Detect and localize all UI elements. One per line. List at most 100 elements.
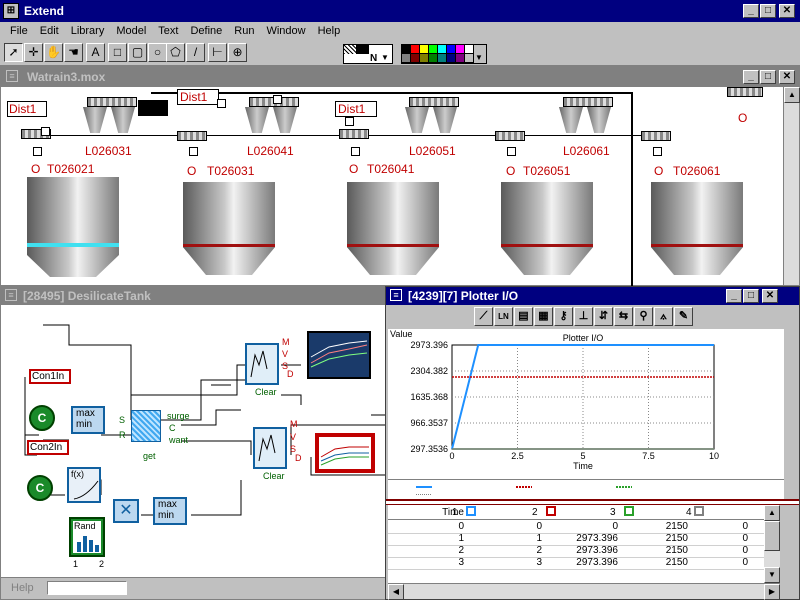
color-swatch[interactable] <box>402 45 411 54</box>
clear-label-1[interactable]: Clear <box>255 387 277 397</box>
plotter-titlebar[interactable]: ≡ [4239][7] Plotter I/O _ □ ✕ <box>386 287 799 305</box>
hopper-2-2[interactable] <box>273 107 297 133</box>
conveyor-4[interactable] <box>563 97 613 107</box>
connector-port[interactable] <box>189 147 198 156</box>
conveyor-1[interactable] <box>87 97 137 107</box>
hand-icon[interactable]: ✎ <box>674 307 693 326</box>
hand-tool-icon[interactable]: ☚ <box>64 43 83 62</box>
dist-label-1[interactable]: Dist1 <box>7 101 47 117</box>
plotter-maximize-button[interactable]: □ <box>743 289 759 303</box>
series-color-swatch[interactable] <box>694 506 704 516</box>
chevron-down-icon[interactable]: ▼ <box>475 53 483 62</box>
color-swatch[interactable] <box>402 54 411 63</box>
hopper-1-2[interactable] <box>111 107 135 133</box>
hopper-4-2[interactable] <box>587 107 611 133</box>
cursor-tool-icon[interactable]: ✋ <box>44 43 63 62</box>
polygon-tool-icon[interactable]: ⬠ <box>166 43 185 62</box>
feeder-block[interactable] <box>339 129 369 139</box>
conveyor-3[interactable] <box>409 97 459 107</box>
maxmin-block-2[interactable]: max min <box>153 497 187 525</box>
app-titlebar[interactable]: ⊞ Extend _ □ ✕ <box>0 0 800 22</box>
tank-logic-block[interactable] <box>131 410 161 442</box>
menu-model[interactable]: Model <box>110 22 152 40</box>
pen-icon[interactable]: ⟑ <box>654 307 673 326</box>
model-window-titlebar[interactable]: ≡ Watrain3.mox _ □ ✕ <box>1 67 799 87</box>
color-swatch[interactable] <box>456 54 465 63</box>
connector-tool-icon[interactable]: ⊢ <box>208 43 227 62</box>
connector-port[interactable] <box>345 117 354 126</box>
arrow-tool-icon[interactable]: ➚ <box>4 43 23 62</box>
ln-icon[interactable]: LN <box>494 307 513 326</box>
silo-tank-5[interactable] <box>651 182 743 275</box>
scroll-right-arrow-icon[interactable]: ▶ <box>764 584 780 600</box>
hopper-3-1[interactable] <box>405 107 429 133</box>
hopper-1-1[interactable] <box>83 107 107 133</box>
color-swatch[interactable] <box>438 45 447 54</box>
connector-port[interactable] <box>273 95 282 104</box>
clone-tool-icon[interactable]: ⊕ <box>228 43 247 62</box>
connector-port[interactable] <box>217 99 226 108</box>
clear-label-2[interactable]: Clear <box>263 471 285 481</box>
menu-run[interactable]: Run <box>228 22 260 40</box>
constant-block-2[interactable]: C <box>27 475 53 501</box>
silo-tank-3[interactable] <box>347 182 439 275</box>
rounded-rect-tool-icon[interactable]: ▢ <box>128 43 147 62</box>
dist-label-2[interactable]: Dist1 <box>177 89 219 105</box>
series-color-swatch[interactable] <box>546 506 556 516</box>
format-icon[interactable]: ▤ <box>514 307 533 326</box>
help-label[interactable]: Help <box>11 582 34 594</box>
scroll-thumb[interactable] <box>764 521 780 551</box>
desilicate-titlebar[interactable]: ≡ [28495] DesilicateTank <box>1 287 387 305</box>
menu-help[interactable]: Help <box>312 22 347 40</box>
hopper-3-2[interactable] <box>433 107 457 133</box>
rand-block[interactable]: Rand <box>69 517 105 557</box>
axis-icon[interactable]: ⊥ <box>574 307 593 326</box>
color-swatch[interactable] <box>447 54 456 63</box>
hopper-4-1[interactable] <box>559 107 583 133</box>
feeder-block[interactable] <box>495 131 525 141</box>
grid-icon[interactable]: ▦ <box>534 307 553 326</box>
color-swatch[interactable] <box>438 54 447 63</box>
rectangle-tool-icon[interactable]: □ <box>108 43 127 62</box>
mini-plot-1[interactable] <box>307 331 371 379</box>
dist-label-3[interactable]: Dist1 <box>335 101 377 117</box>
con2in-label[interactable]: Con2In <box>27 440 69 455</box>
text-tool-icon[interactable]: A <box>86 43 105 62</box>
oval-tool-icon[interactable]: ○ <box>148 43 167 62</box>
silo-tank-4[interactable] <box>501 182 593 275</box>
color-swatch[interactable] <box>429 54 438 63</box>
fx-block[interactable]: f(x) <box>67 467 101 503</box>
constant-block-1[interactable]: C <box>29 405 55 431</box>
connector-port[interactable] <box>33 147 42 156</box>
line-tool-icon[interactable]: / <box>186 43 205 62</box>
line-pattern-selector[interactable]: N ▼ <box>343 44 393 64</box>
multiply-block[interactable]: ✕ <box>113 499 139 523</box>
line-plot-icon[interactable]: ⟋ <box>474 307 493 326</box>
plotter-hscroll[interactable]: ◀ ▶ <box>388 583 780 600</box>
menu-window[interactable]: Window <box>260 22 311 40</box>
connector-port[interactable] <box>507 147 516 156</box>
menu-define[interactable]: Define <box>184 22 228 40</box>
zoom-icon[interactable]: ⇵ <box>594 307 613 326</box>
feeder-block[interactable] <box>177 131 207 141</box>
silo-tank-1[interactable] <box>27 177 119 277</box>
scroll-up-arrow-icon[interactable]: ▲ <box>784 87 800 103</box>
menu-edit[interactable]: Edit <box>34 22 65 40</box>
color-swatch[interactable] <box>465 45 474 54</box>
color-swatch[interactable] <box>411 54 420 63</box>
model-close-button[interactable]: ✕ <box>779 70 795 84</box>
color-swatch[interactable] <box>465 54 474 63</box>
series-color-swatch[interactable] <box>466 506 476 516</box>
connector-port[interactable] <box>41 127 50 136</box>
menu-library[interactable]: Library <box>65 22 111 40</box>
model-minimize-button[interactable]: _ <box>743 70 759 84</box>
color-swatch[interactable] <box>447 45 456 54</box>
key-icon[interactable]: ⚷ <box>554 307 573 326</box>
connector-port[interactable] <box>653 147 662 156</box>
hopper-2-1[interactable] <box>245 107 269 133</box>
color-swatch[interactable] <box>420 54 429 63</box>
plotter-close-button[interactable]: ✕ <box>762 289 778 303</box>
color-palette[interactable]: ▼ <box>401 44 487 64</box>
scroll-up-arrow-icon[interactable]: ▲ <box>764 505 780 521</box>
plotter-block-2[interactable] <box>253 427 287 469</box>
